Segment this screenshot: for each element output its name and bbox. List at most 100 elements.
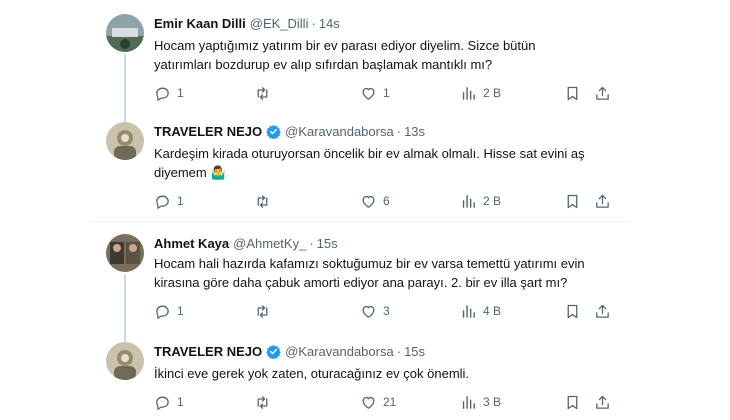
avatar-traveler-nejo[interactable] [106,342,144,380]
share-icon [596,304,609,318]
author-handle[interactable]: @Karavandaborsa [285,344,394,359]
dot-separator: · [311,15,316,31]
reply-icon [156,305,169,319]
share-button[interactable] [594,302,611,320]
tweet-header: TRAVELER NEJO @Karavandaborsa · 15s [154,342,425,360]
views-button[interactable]: 2 B [460,192,501,210]
dot-separator: · [396,343,402,359]
tweet-text-line: Hocam hali hazırda kafamızı soktuğumuz b… [154,256,585,271]
share-button[interactable] [594,192,611,210]
share-icon [596,86,609,100]
action-bar: 1 3 4 B [154,302,624,320]
timestamp[interactable]: 15s [317,236,338,251]
bookmark-icon [567,395,578,409]
tweet-text: Hocam hali hazırda kafamızı soktuğumuz b… [154,254,604,292]
timestamp[interactable]: 15s [404,344,425,359]
reply-button[interactable]: 1 [154,84,184,102]
reply-button[interactable]: 1 [154,192,184,210]
heart-icon [362,87,375,100]
analytics-icon [462,86,475,100]
like-count: 21 [383,395,397,409]
heart-icon [362,305,375,318]
bookmark-button[interactable] [564,192,581,210]
action-bar: 1 1 2 B [154,84,624,102]
timestamp[interactable]: 13s [404,124,425,139]
analytics-icon [462,304,475,318]
action-bar: 1 6 2 B [154,192,624,210]
action-bar: 1 21 3 B [154,393,624,411]
reply-count: 1 [177,86,184,100]
timestamp[interactable]: 14s [319,16,340,31]
reply-button[interactable]: 1 [154,302,184,320]
reply-feed: Emir Kaan Dilli @EK_Dilli · 14s Hocam ya… [90,0,630,420]
retweet-icon [257,304,268,318]
heart-icon [362,195,375,208]
tweet-text-line: Hocam yaptığımız yatırım bir ev parası e… [154,38,536,53]
avatar-emir[interactable] [106,14,144,52]
views-button[interactable]: 4 B [460,302,501,320]
share-button[interactable] [594,84,611,102]
tweet-text-line: İkinci eve gerek yok zaten, oturacağınız… [154,366,470,381]
like-button[interactable]: 6 [360,192,390,210]
like-count: 6 [383,194,390,208]
reply-count: 1 [177,304,184,318]
like-button[interactable]: 1 [360,84,390,102]
verified-badge-icon [266,344,281,359]
bookmark-button[interactable] [564,84,581,102]
tweet-text: Hocam yaptığımız yatırım bir ev parası e… [154,36,604,74]
share-button[interactable] [594,393,611,411]
author-handle[interactable]: @AhmetKy_ [233,236,306,251]
like-button[interactable]: 21 [360,393,396,411]
retweet-icon [257,86,268,100]
tweet-2[interactable]: TRAVELER NEJO @Karavandaborsa · 13s Kard… [90,112,630,222]
avatar-traveler-nejo[interactable] [106,122,144,160]
view-count: 2 B [483,194,502,208]
view-count: 2 B [483,86,502,100]
tweet-4[interactable]: TRAVELER NEJO @Karavandaborsa · 15s İkin… [90,330,630,420]
reply-count: 1 [177,194,184,208]
reply-icon [156,87,169,101]
reply-icon [156,195,169,209]
verified-badge-icon [266,124,281,139]
tweet-text: İkinci eve gerek yok zaten, oturacağınız… [154,364,604,383]
bookmark-button[interactable] [564,393,581,411]
view-count: 4 B [483,304,502,318]
reply-icon [156,396,169,410]
avatar-ahmet[interactable] [106,234,144,272]
author-name[interactable]: Emir Kaan Dilli [154,16,246,31]
views-button[interactable]: 3 B [460,393,501,411]
analytics-icon [462,194,475,208]
like-count: 1 [383,86,390,100]
tweet-header: Ahmet Kaya @AhmetKy_ · 15s [154,234,338,252]
share-icon [596,194,609,208]
view-count: 3 B [483,395,502,409]
author-handle[interactable]: @EK_Dilli [250,16,309,31]
retweet-button[interactable] [254,393,271,411]
share-icon [596,395,609,409]
like-count: 3 [383,304,390,318]
tweet-text-line: diyemem 🤷‍♂️ [154,165,227,180]
dot-separator: · [309,235,314,251]
author-name[interactable]: TRAVELER NEJO [154,344,262,359]
bookmark-button[interactable] [564,302,581,320]
views-button[interactable]: 2 B [460,84,501,102]
author-name[interactable]: Ahmet Kaya [154,236,229,251]
retweet-button[interactable] [254,302,271,320]
tweet-text-line: kirasına göre daha çabuk amorti ediyor a… [154,275,568,290]
bookmark-icon [567,194,578,208]
author-handle[interactable]: @Karavandaborsa [285,124,394,139]
tweet-text-line: Kardeşim kirada oturuyorsan öncelik bir … [154,146,585,161]
retweet-button[interactable] [254,84,271,102]
author-name[interactable]: TRAVELER NEJO [154,124,262,139]
tweet-1[interactable]: Emir Kaan Dilli @EK_Dilli · 14s Hocam ya… [90,0,630,124]
tweet-3[interactable]: Ahmet Kaya @AhmetKy_ · 15s Hocam hali ha… [90,222,630,342]
retweet-icon [257,395,268,409]
tweet-text-line: yatırımları bozdurup ev alıp sıfırdan ba… [154,57,493,72]
reply-button[interactable]: 1 [154,393,184,411]
reply-count: 1 [177,395,184,409]
retweet-button[interactable] [254,192,271,210]
like-button[interactable]: 3 [360,302,390,320]
retweet-icon [257,194,268,208]
heart-icon [362,396,375,409]
bookmark-icon [567,86,578,100]
